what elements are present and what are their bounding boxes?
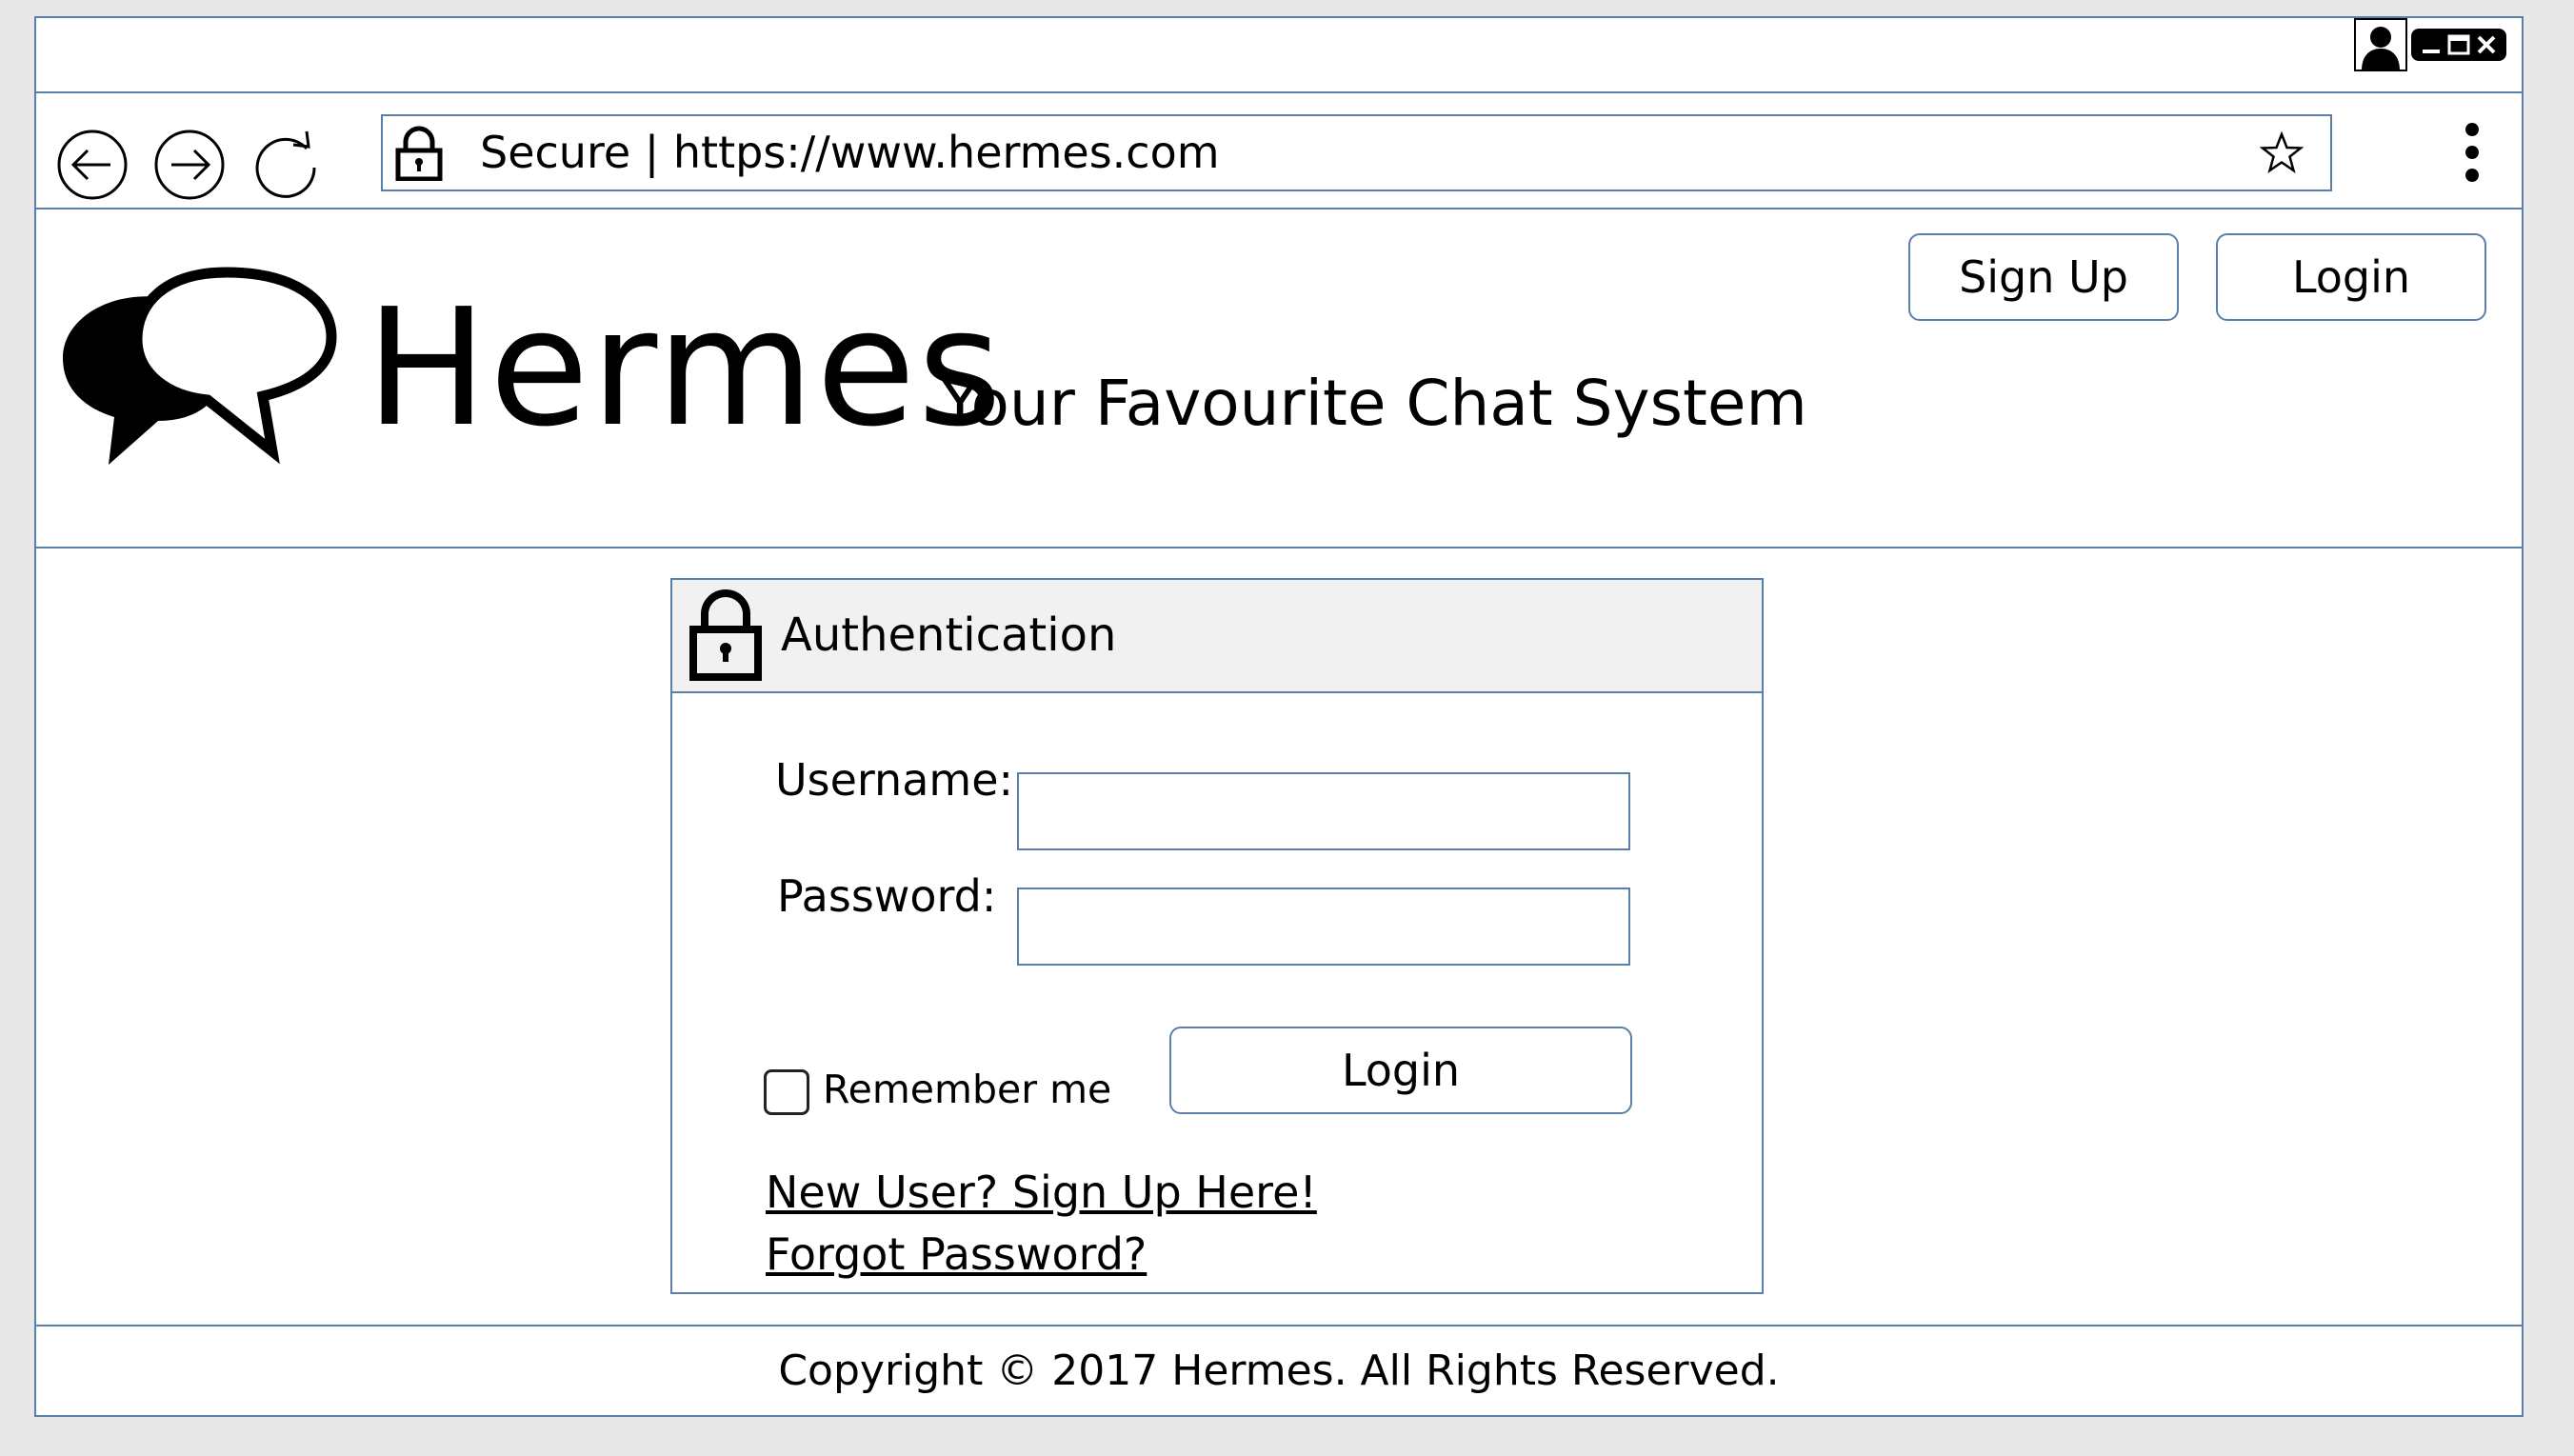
padlock-icon: [689, 589, 762, 681]
maximize-icon[interactable]: [2447, 34, 2470, 55]
window-buttons: [2411, 29, 2506, 61]
close-icon[interactable]: [2476, 34, 2497, 55]
copyright-text: Copyright © 2017 Hermes. All Rights Rese…: [778, 1346, 1780, 1395]
address-bar[interactable]: Secure | https://www.hermes.com: [381, 114, 2332, 191]
remember-me-checkbox[interactable]: [764, 1069, 809, 1115]
more-vertical-icon[interactable]: [2461, 119, 2484, 186]
address-text: Secure | https://www.hermes.com: [480, 127, 1220, 178]
header-login-button[interactable]: Login: [2216, 233, 2486, 321]
refresh-icon[interactable]: [249, 128, 324, 202]
minimize-icon[interactable]: [2421, 34, 2442, 55]
signup-link[interactable]: New User? Sign Up Here!: [766, 1164, 1317, 1221]
chat-bubbles-icon: [63, 267, 337, 465]
login-button[interactable]: Login: [1169, 1027, 1632, 1114]
password-label: Password:: [777, 870, 997, 922]
star-icon[interactable]: [2260, 131, 2304, 175]
header-signup-button[interactable]: Sign Up: [1908, 233, 2179, 321]
authentication-panel: Authentication Username: Password: Remem…: [670, 578, 1764, 1294]
footer: Copyright © 2017 Hermes. All Rights Rese…: [36, 1325, 2522, 1417]
forward-arrow-icon[interactable]: [152, 128, 227, 202]
username-input[interactable]: [1017, 772, 1630, 850]
username-label: Username:: [775, 754, 1013, 806]
auth-title: Authentication: [781, 608, 1117, 662]
title-bar: [36, 18, 2522, 93]
back-arrow-icon[interactable]: [55, 128, 130, 202]
forgot-password-link[interactable]: Forgot Password?: [766, 1226, 1147, 1283]
tagline: Your Favourite Chat System: [941, 367, 1807, 440]
remember-me-label: Remember me: [823, 1067, 1112, 1112]
lock-icon: [395, 126, 443, 181]
password-input[interactable]: [1017, 888, 1630, 966]
brand-name: Hermes: [366, 274, 1005, 463]
auth-panel-header: Authentication: [672, 580, 1762, 693]
browser-window: Secure | https://www.hermes.com Hermes Y…: [34, 16, 2524, 1417]
window-controls: [2354, 18, 2506, 71]
site-header: Hermes Your Favourite Chat System Sign U…: [36, 209, 2522, 548]
user-icon[interactable]: [2354, 18, 2407, 71]
